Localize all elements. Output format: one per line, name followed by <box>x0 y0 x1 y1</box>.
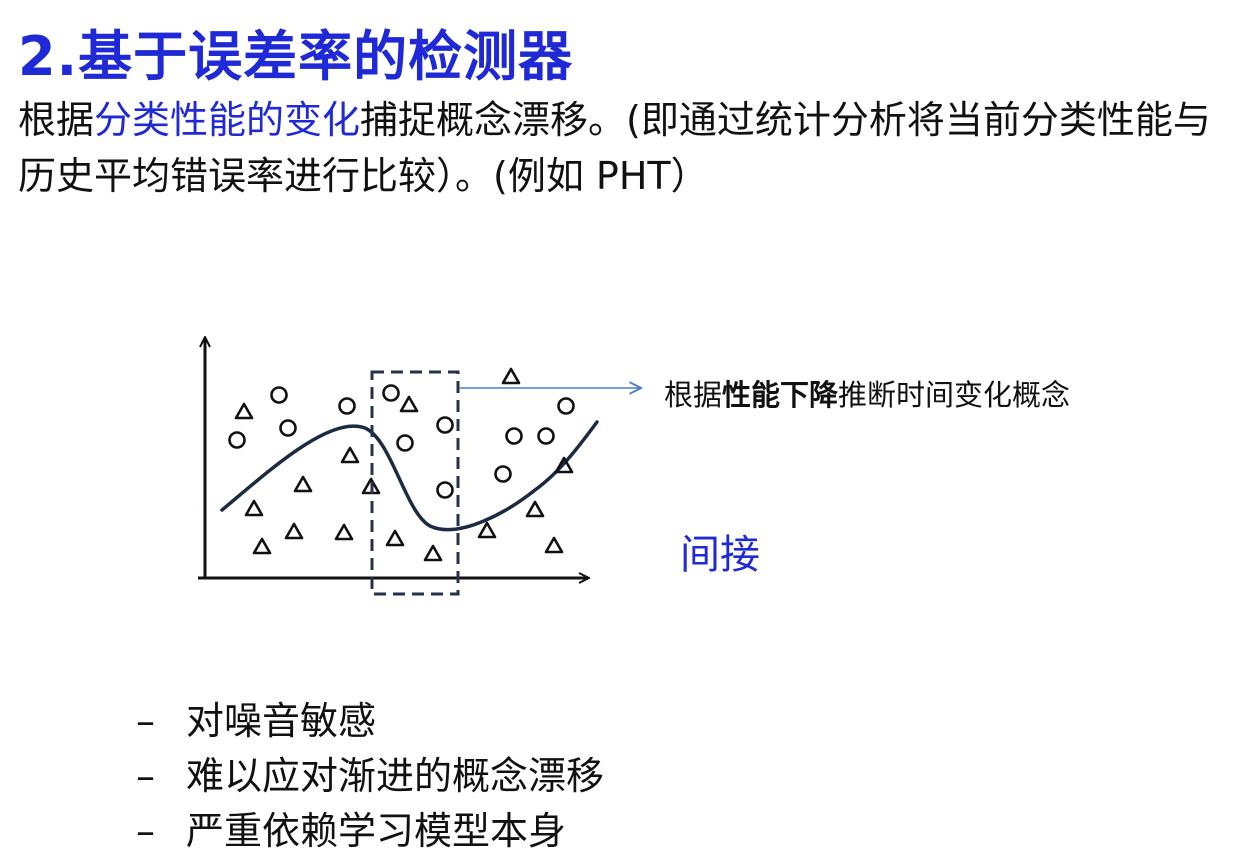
triangle-marker <box>423 544 443 562</box>
circle-marker <box>382 384 400 402</box>
circle-marker <box>557 397 575 415</box>
arrow-label-c: 推断时间变化概念 <box>838 378 1071 412</box>
arrow-label-a: 根据 <box>664 378 723 412</box>
triangle-marker <box>399 395 419 413</box>
triangle-marker <box>477 521 497 539</box>
bullet-item: – 对噪音敏感 <box>136 694 604 749</box>
circle-marker <box>228 431 246 449</box>
bullet-dash: – <box>136 699 155 743</box>
circle-marker <box>436 481 454 499</box>
circle-marker <box>436 416 454 434</box>
bullet-item: – 严重依赖学习模型本身 <box>136 804 604 859</box>
triangle-marker <box>385 529 405 547</box>
circle-marker <box>505 427 523 445</box>
triangle-marker <box>252 537 272 555</box>
triangle-marker <box>234 402 254 420</box>
triangle-marker <box>334 523 354 541</box>
triangle-marker <box>525 500 545 518</box>
arrow-annotation: 根据性能下降推断时间变化概念 <box>664 372 1070 414</box>
triangle-marker <box>340 446 360 464</box>
arrow-label-b: 性能下降 <box>722 378 839 412</box>
triangle-marker <box>284 522 304 540</box>
circle-marker <box>396 434 414 452</box>
triangle-marker <box>244 499 264 517</box>
circle-marker <box>537 427 555 445</box>
circle-marker <box>270 386 288 404</box>
data-points <box>228 367 575 562</box>
bullet-list: – 对噪音敏感 – 难以应对渐进的概念漂移 – 严重依赖学习模型本身 <box>136 694 604 859</box>
triangle-marker <box>293 475 313 493</box>
bullet-text: 严重依赖学习模型本身 <box>186 809 567 853</box>
triangle-marker <box>544 536 564 554</box>
bullet-text: 难以应对渐进的概念漂移 <box>186 754 605 798</box>
bullet-dash: – <box>136 809 155 853</box>
triangle-marker <box>501 367 521 385</box>
circle-marker <box>494 465 512 483</box>
bullet-text: 对噪音敏感 <box>186 699 377 743</box>
bullet-dash: – <box>136 754 155 798</box>
circle-marker <box>279 419 297 437</box>
circle-marker <box>338 397 356 415</box>
bullet-item: – 难以应对渐进的概念漂移 <box>136 749 604 804</box>
slide: 2.基于误差率的检测器 根据分类性能的变化捕捉概念漂移。(即通过统计分析将当前分… <box>0 0 1236 862</box>
indirect-label: 间接 <box>680 532 760 578</box>
